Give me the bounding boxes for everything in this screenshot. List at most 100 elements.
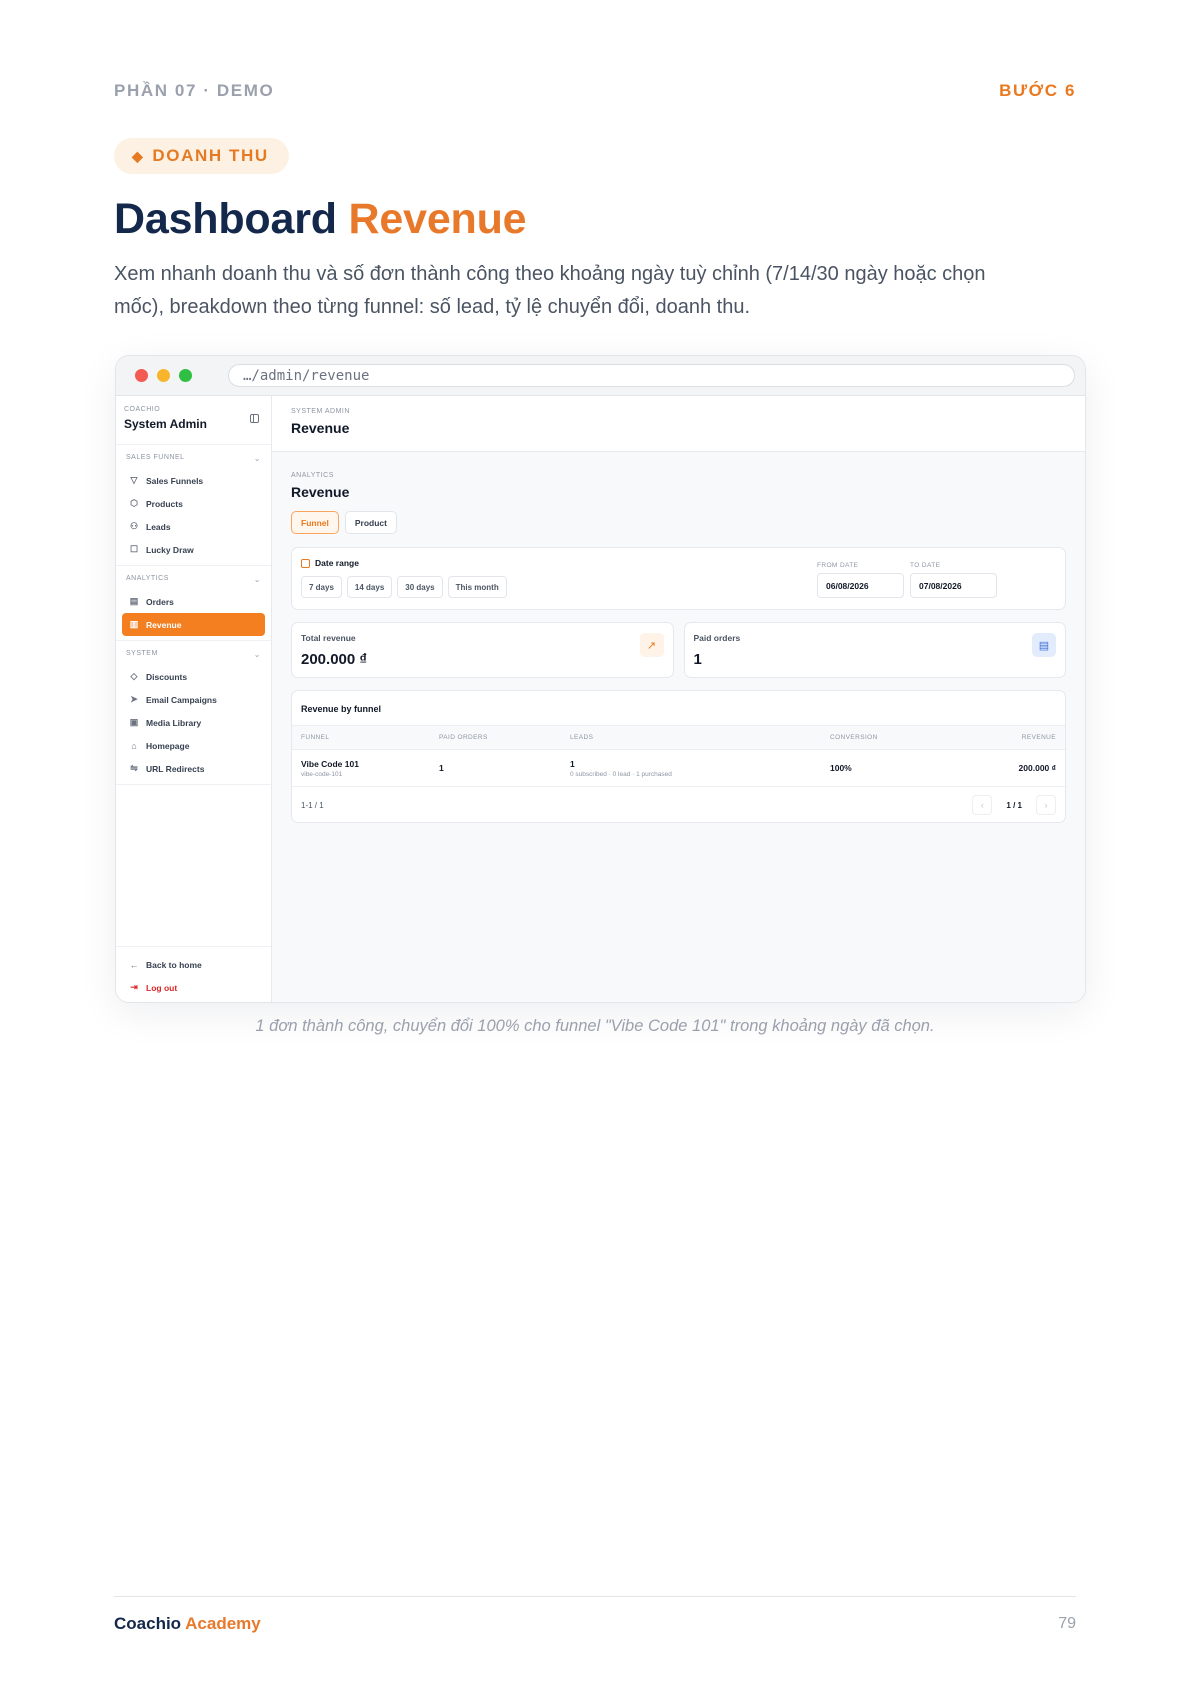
sidebar-brand: COACHIO System Admin — [116, 396, 271, 445]
row-range: 1-1 / 1 — [301, 800, 324, 810]
back-label: Back to home — [146, 959, 202, 970]
category-tag-label: DOANH THU — [152, 146, 269, 165]
heading-main: Dashboard — [114, 195, 337, 243]
col-funnel: FUNNEL — [301, 734, 330, 741]
footer-divider — [114, 1596, 1076, 1597]
sidebar-section-header[interactable]: ANALYTICS ⌄ — [116, 572, 271, 590]
trending-up-icon: ↗ — [639, 633, 664, 657]
footer-brand-accent: Academy — [185, 1614, 261, 1633]
tab-product[interactable]: Product — [344, 511, 397, 534]
sidebar-item-label: URL Redirects — [146, 763, 205, 774]
cell-leads: 1 0 subscribed · 0 lead · 1 purchased — [570, 759, 830, 778]
back-to-home-link[interactable]: ← Back to home — [122, 953, 265, 976]
leads-count: 1 — [570, 758, 575, 769]
range-this-month-button[interactable]: This month — [447, 576, 507, 598]
to-date-label: TO DATE — [910, 562, 941, 569]
sidebar-item-sales-funnels[interactable]: ▽ Sales Funnels — [122, 469, 265, 492]
funnel-slug: vibe-code-101 — [301, 770, 343, 778]
stats-row: Total revenue 200.000 ₫ ↗ Paid orders 1 … — [291, 622, 1066, 678]
table-title: Revenue by funnel — [301, 704, 382, 714]
sidebar-section-system: SYSTEM ⌄ ◇ Discounts ➤ Email Campaigns ▣ Med… — [116, 641, 271, 785]
logout-label: Log out — [146, 982, 178, 993]
col-leads: LEADS — [570, 734, 594, 741]
box-icon: ⬡ — [130, 498, 138, 508]
sidebar-item-orders[interactable]: ▤ Orders — [122, 590, 265, 613]
range-30-days-button[interactable]: 30 days — [397, 576, 443, 598]
table-footer: 1-1 / 1 ‹ 1 / 1 › — [292, 787, 1065, 823]
address-bar[interactable]: …/admin/revenue — [228, 364, 1075, 387]
table-row[interactable]: Vibe Code 101 vibe-code-101 1 1 0 subscr… — [292, 750, 1065, 787]
date-range-card: Date range 7 days 14 days 30 days This m… — [291, 547, 1066, 610]
users-icon: ⚇ — [129, 521, 139, 531]
sidebar-item-label: Media Library — [146, 717, 202, 728]
page-title: Revenue — [291, 484, 350, 500]
content: ANALYTICS Revenue Funnel Product Date ra… — [272, 452, 1085, 823]
sidebar-section-header[interactable]: SYSTEM ⌄ — [116, 647, 271, 665]
brand-name: System Admin — [124, 417, 207, 431]
send-icon: ➤ — [130, 694, 138, 704]
footer-brand: Coachio Academy — [114, 1614, 261, 1634]
sidebar-item-label: Sales Funnels — [146, 475, 204, 486]
category-tag: ◆ DOANH THU — [114, 138, 289, 174]
total-revenue-label: Total revenue — [301, 633, 356, 643]
tag-icon: ◇ — [130, 671, 138, 681]
col-paid-orders: PAID ORDERS — [439, 734, 488, 741]
prev-page-chevron-left-icon[interactable]: ‹ — [972, 795, 993, 815]
col-conversion: CONVERSION — [830, 734, 878, 741]
sidebar-item-products[interactable]: ⬡ Products — [122, 492, 265, 515]
sidebar-item-leads[interactable]: ⚇ Leads — [122, 515, 265, 538]
sidebar-item-lucky-draw[interactable]: ☐ Lucky Draw — [122, 538, 265, 561]
sidebar-item-label: Leads — [146, 521, 171, 532]
total-revenue-card: Total revenue 200.000 ₫ ↗ — [291, 622, 674, 678]
bar-chart-icon: ▥ — [129, 619, 139, 629]
sidebar-section-analytics: ANALYTICS ⌄ ▤ Orders ▥ Revenue — [116, 566, 271, 641]
sidebar-item-label: Homepage — [146, 740, 190, 751]
cell-paid-orders: 1 — [439, 763, 444, 773]
pagination: ‹ 1 / 1 › — [972, 795, 1056, 815]
browser-chrome: …/admin/revenue — [116, 356, 1085, 396]
from-date-field: FROM DATE 06/08/2026 — [817, 562, 904, 598]
next-page-chevron-right-icon[interactable]: › — [1036, 795, 1056, 815]
sidebar-item-url-redirects[interactable]: ⇋ URL Redirects — [122, 757, 265, 780]
sidebar-section-header[interactable]: SALES FUNNEL ⌄ — [116, 451, 271, 469]
sidebar-item-media-library[interactable]: ▣ Media Library — [122, 711, 265, 734]
sidebar-toggle-icon[interactable] — [250, 414, 259, 423]
page-eyebrow: ANALYTICS — [291, 472, 334, 479]
sidebar-footer: ← Back to home ⇥ Log out — [116, 946, 271, 1002]
range-14-days-button[interactable]: 14 days — [346, 576, 393, 598]
sidebar-item-email-campaigns[interactable]: ➤ Email Campaigns — [122, 688, 265, 711]
sidebar-item-discounts[interactable]: ◇ Discounts — [122, 665, 265, 688]
topbar-eyebrow: SYSTEM ADMIN — [291, 408, 350, 415]
cell-funnel: Vibe Code 101 vibe-code-101 — [292, 759, 439, 778]
chevron-down-icon: ⌄ — [253, 454, 261, 463]
sidebar: COACHIO System Admin SALES FUNNEL ⌄ ▽ Sale… — [116, 396, 272, 1002]
main-area: SYSTEM ADMIN Revenue ANALYTICS Revenue F… — [272, 396, 1085, 1002]
paid-orders-value: 1 — [693, 651, 702, 668]
sidebar-item-label: Discounts — [146, 671, 188, 682]
cell-revenue: 200.000 ₫ — [1018, 763, 1056, 773]
from-date-input[interactable]: 06/08/2026 — [817, 573, 904, 598]
arrow-left-icon: ← — [129, 959, 139, 970]
app: COACHIO System Admin SALES FUNNEL ⌄ ▽ Sale… — [116, 396, 1085, 1002]
paid-orders-label: Paid orders — [693, 633, 741, 643]
chevron-down-icon: ⌄ — [253, 650, 261, 659]
sidebar-item-label: Orders — [146, 596, 174, 607]
square-icon: ☐ — [129, 544, 139, 554]
from-date-label: FROM DATE — [817, 562, 859, 569]
logout-button[interactable]: ⇥ Log out — [122, 976, 265, 999]
redirect-icon: ⇋ — [130, 763, 138, 773]
tab-funnel[interactable]: Funnel — [291, 511, 339, 534]
brand-small: COACHIO — [124, 406, 161, 413]
sidebar-item-homepage[interactable]: ⌂ Homepage — [122, 734, 265, 757]
description: Xem nhanh doanh thu và số đơn thành công… — [114, 263, 986, 318]
sidebar-item-revenue[interactable]: ▥ Revenue — [122, 613, 265, 636]
page-number: 79 — [1058, 1615, 1076, 1632]
to-date-input[interactable]: 07/08/2026 — [910, 573, 997, 598]
section-title: SYSTEM — [126, 650, 158, 657]
leads-detail: 0 subscribed · 0 lead · 1 purchased — [570, 770, 672, 778]
page-heading: Dashboard Revenue — [114, 195, 527, 244]
range-7-days-button[interactable]: 7 days — [301, 576, 342, 598]
sidebar-item-label: Email Campaigns — [146, 694, 217, 705]
home-icon: ⌂ — [131, 740, 137, 751]
cell-conversion: 100% — [830, 763, 852, 773]
